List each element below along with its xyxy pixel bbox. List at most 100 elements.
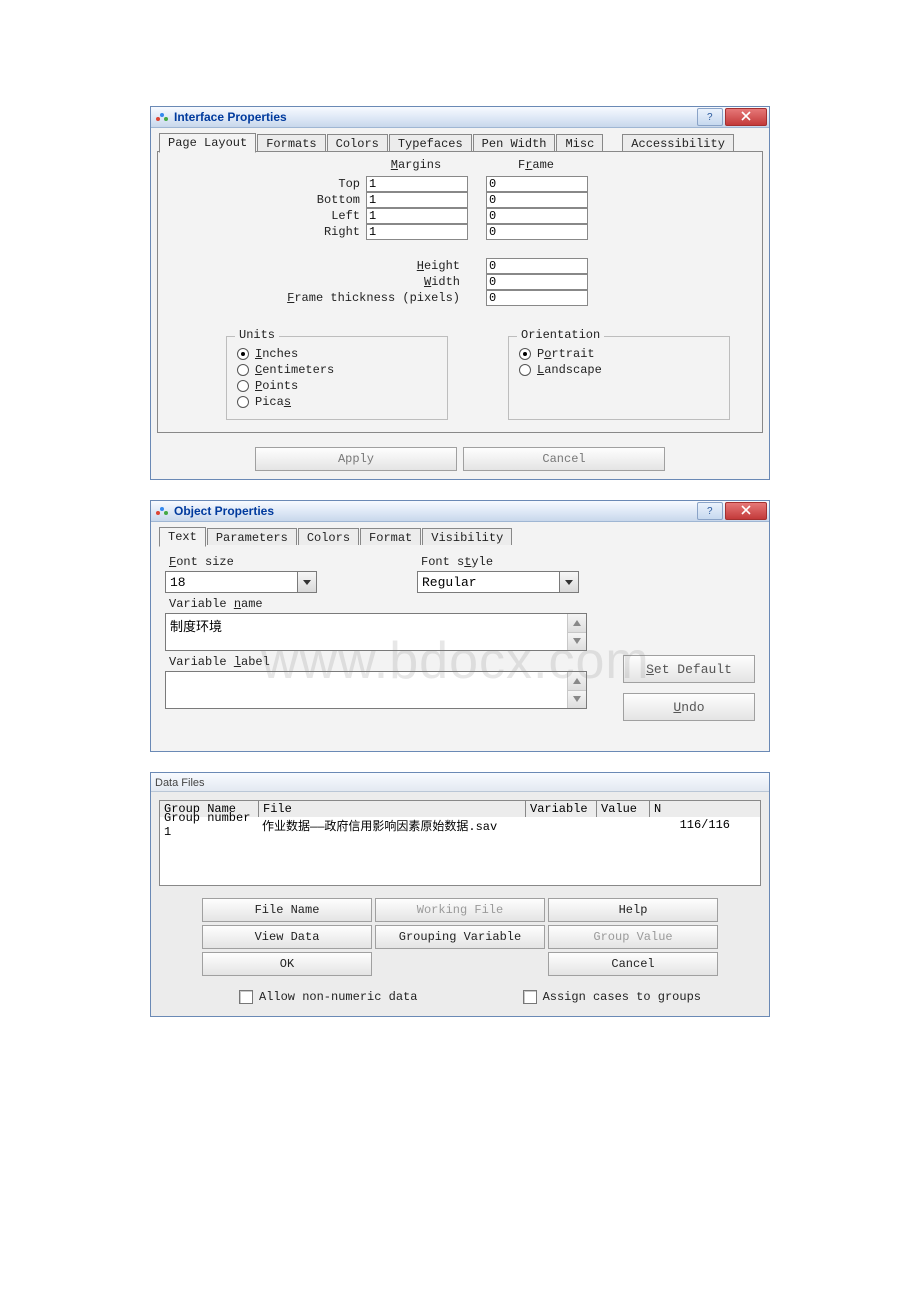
- units-legend: Units: [235, 328, 279, 342]
- assign-cases-check[interactable]: Assign cases to groups: [523, 990, 701, 1004]
- col-n[interactable]: N: [650, 801, 760, 817]
- tab-text[interactable]: Text: [159, 527, 206, 547]
- spinner[interactable]: [567, 614, 586, 650]
- radio-icon: [237, 348, 249, 360]
- cell-group: Group number 1: [160, 811, 258, 839]
- app-icon: [154, 503, 170, 519]
- working-file-button[interactable]: Working File: [375, 898, 545, 922]
- window-title: Data Files: [151, 773, 769, 792]
- view-data-button[interactable]: View Data: [202, 925, 372, 949]
- app-icon: [154, 109, 170, 125]
- orientation-portrait[interactable]: Portrait: [519, 347, 719, 361]
- tab-page-layout[interactable]: Page Layout: [159, 133, 256, 153]
- height-input[interactable]: [486, 258, 588, 274]
- undo-button[interactable]: Undo: [623, 693, 755, 721]
- variable-name-value: 制度环境: [166, 614, 567, 650]
- font-size-value: 18: [166, 572, 297, 592]
- title-bar[interactable]: Object Properties ?: [151, 501, 769, 522]
- col-variable[interactable]: Variable: [526, 801, 597, 817]
- help-button[interactable]: Help: [548, 898, 718, 922]
- window-title: Object Properties: [174, 504, 274, 518]
- frame-top-input[interactable]: [486, 176, 588, 192]
- checkbox-icon: [523, 990, 537, 1004]
- radio-icon: [237, 380, 249, 392]
- units-centimeters[interactable]: Centimeters: [237, 363, 437, 377]
- grouping-variable-button[interactable]: Grouping Variable: [375, 925, 545, 949]
- font-style-value: Regular: [418, 572, 559, 592]
- apply-button[interactable]: Apply: [255, 447, 457, 471]
- units-group: Units Inches Centimeters Points Picas: [226, 336, 448, 420]
- tabs-row: Text Parameters Colors Format Visibility: [157, 526, 763, 546]
- label-left: Left: [166, 209, 366, 223]
- radio-icon: [519, 348, 531, 360]
- assign-cases-label: Assign cases to groups: [543, 990, 701, 1004]
- orientation-legend: Orientation: [517, 328, 604, 342]
- units-picas[interactable]: Picas: [237, 395, 437, 409]
- data-files-list[interactable]: Group Name File Variable Value N Group n…: [159, 800, 761, 886]
- label-top: Top: [166, 177, 366, 191]
- frame-thickness-input[interactable]: [486, 290, 588, 306]
- svg-text:?: ?: [707, 112, 713, 121]
- font-style-combo[interactable]: Regular: [417, 571, 579, 593]
- chevron-up-icon[interactable]: [568, 672, 586, 691]
- units-inches[interactable]: Inches: [237, 347, 437, 361]
- variable-name-label: Variable name: [169, 597, 593, 611]
- radio-icon: [237, 364, 249, 376]
- margin-left-input[interactable]: [366, 208, 468, 224]
- interface-properties-window: Interface Properties ? Page Layout Forma…: [150, 106, 770, 480]
- chevron-down-icon[interactable]: [568, 691, 586, 709]
- file-name-button[interactable]: File Name: [202, 898, 372, 922]
- radio-icon: [519, 364, 531, 376]
- close-button[interactable]: [725, 502, 767, 520]
- variable-label-label: Variable label: [169, 655, 593, 669]
- margin-top-input[interactable]: [366, 176, 468, 192]
- chevron-up-icon[interactable]: [568, 614, 586, 633]
- allow-non-numeric-check[interactable]: Allow non-numeric data: [239, 990, 417, 1004]
- chevron-down-icon[interactable]: [297, 572, 316, 592]
- orientation-group: Orientation Portrait Landscape: [508, 336, 730, 420]
- font-size-combo[interactable]: 18: [165, 571, 317, 593]
- label-right: Right: [166, 225, 366, 239]
- label-bottom: Bottom: [166, 193, 366, 207]
- col-file[interactable]: File: [259, 801, 526, 817]
- margin-right-input[interactable]: [366, 224, 468, 240]
- checkbox-icon: [239, 990, 253, 1004]
- margin-bottom-input[interactable]: [366, 192, 468, 208]
- svg-text:?: ?: [707, 506, 713, 515]
- title-bar[interactable]: Interface Properties ?: [151, 107, 769, 128]
- help-button[interactable]: ?: [697, 502, 723, 520]
- frame-left-input[interactable]: [486, 208, 588, 224]
- allow-non-numeric-label: Allow non-numeric data: [259, 990, 417, 1004]
- variable-name-input[interactable]: 制度环境: [165, 613, 587, 651]
- chevron-down-icon[interactable]: [559, 572, 578, 592]
- set-default-button[interactable]: Set Default: [623, 655, 755, 683]
- close-button[interactable]: [725, 108, 767, 126]
- font-size-label: Font size: [169, 555, 317, 569]
- spinner[interactable]: [567, 672, 586, 708]
- text-panel: Font size 18 Font style Regular: [157, 545, 763, 737]
- cell-n: 116/116: [646, 818, 760, 832]
- help-button[interactable]: ?: [697, 108, 723, 126]
- data-files-window: Data Files Group Name File Variable Valu…: [150, 772, 770, 1017]
- tabs-row: Page Layout Formats Colors Typefaces Pen…: [157, 132, 763, 152]
- frame-right-input[interactable]: [486, 224, 588, 240]
- col-value[interactable]: Value: [597, 801, 650, 817]
- variable-label-input[interactable]: [165, 671, 587, 709]
- object-properties-window: Object Properties ? Text Parameters Colo…: [150, 500, 770, 752]
- cancel-button[interactable]: Cancel: [548, 952, 718, 976]
- units-points[interactable]: Points: [237, 379, 437, 393]
- ok-button[interactable]: OK: [202, 952, 372, 976]
- page-layout-panel: Margins Frame Top Bottom Left: [157, 151, 763, 433]
- table-row[interactable]: Group number 1 作业数据——政府信用影响因素原始数据.sav 11…: [160, 817, 760, 833]
- group-value-button[interactable]: Group Value: [548, 925, 718, 949]
- margins-heading: argins: [398, 158, 441, 172]
- orientation-landscape[interactable]: Landscape: [519, 363, 719, 377]
- chevron-down-icon[interactable]: [568, 633, 586, 651]
- cancel-button[interactable]: Cancel: [463, 447, 665, 471]
- cell-file: 作业数据——政府信用影响因素原始数据.sav: [258, 817, 524, 834]
- frame-bottom-input[interactable]: [486, 192, 588, 208]
- window-title: Interface Properties: [174, 110, 287, 124]
- width-input[interactable]: [486, 274, 588, 290]
- font-style-label: Font style: [421, 555, 579, 569]
- radio-icon: [237, 396, 249, 408]
